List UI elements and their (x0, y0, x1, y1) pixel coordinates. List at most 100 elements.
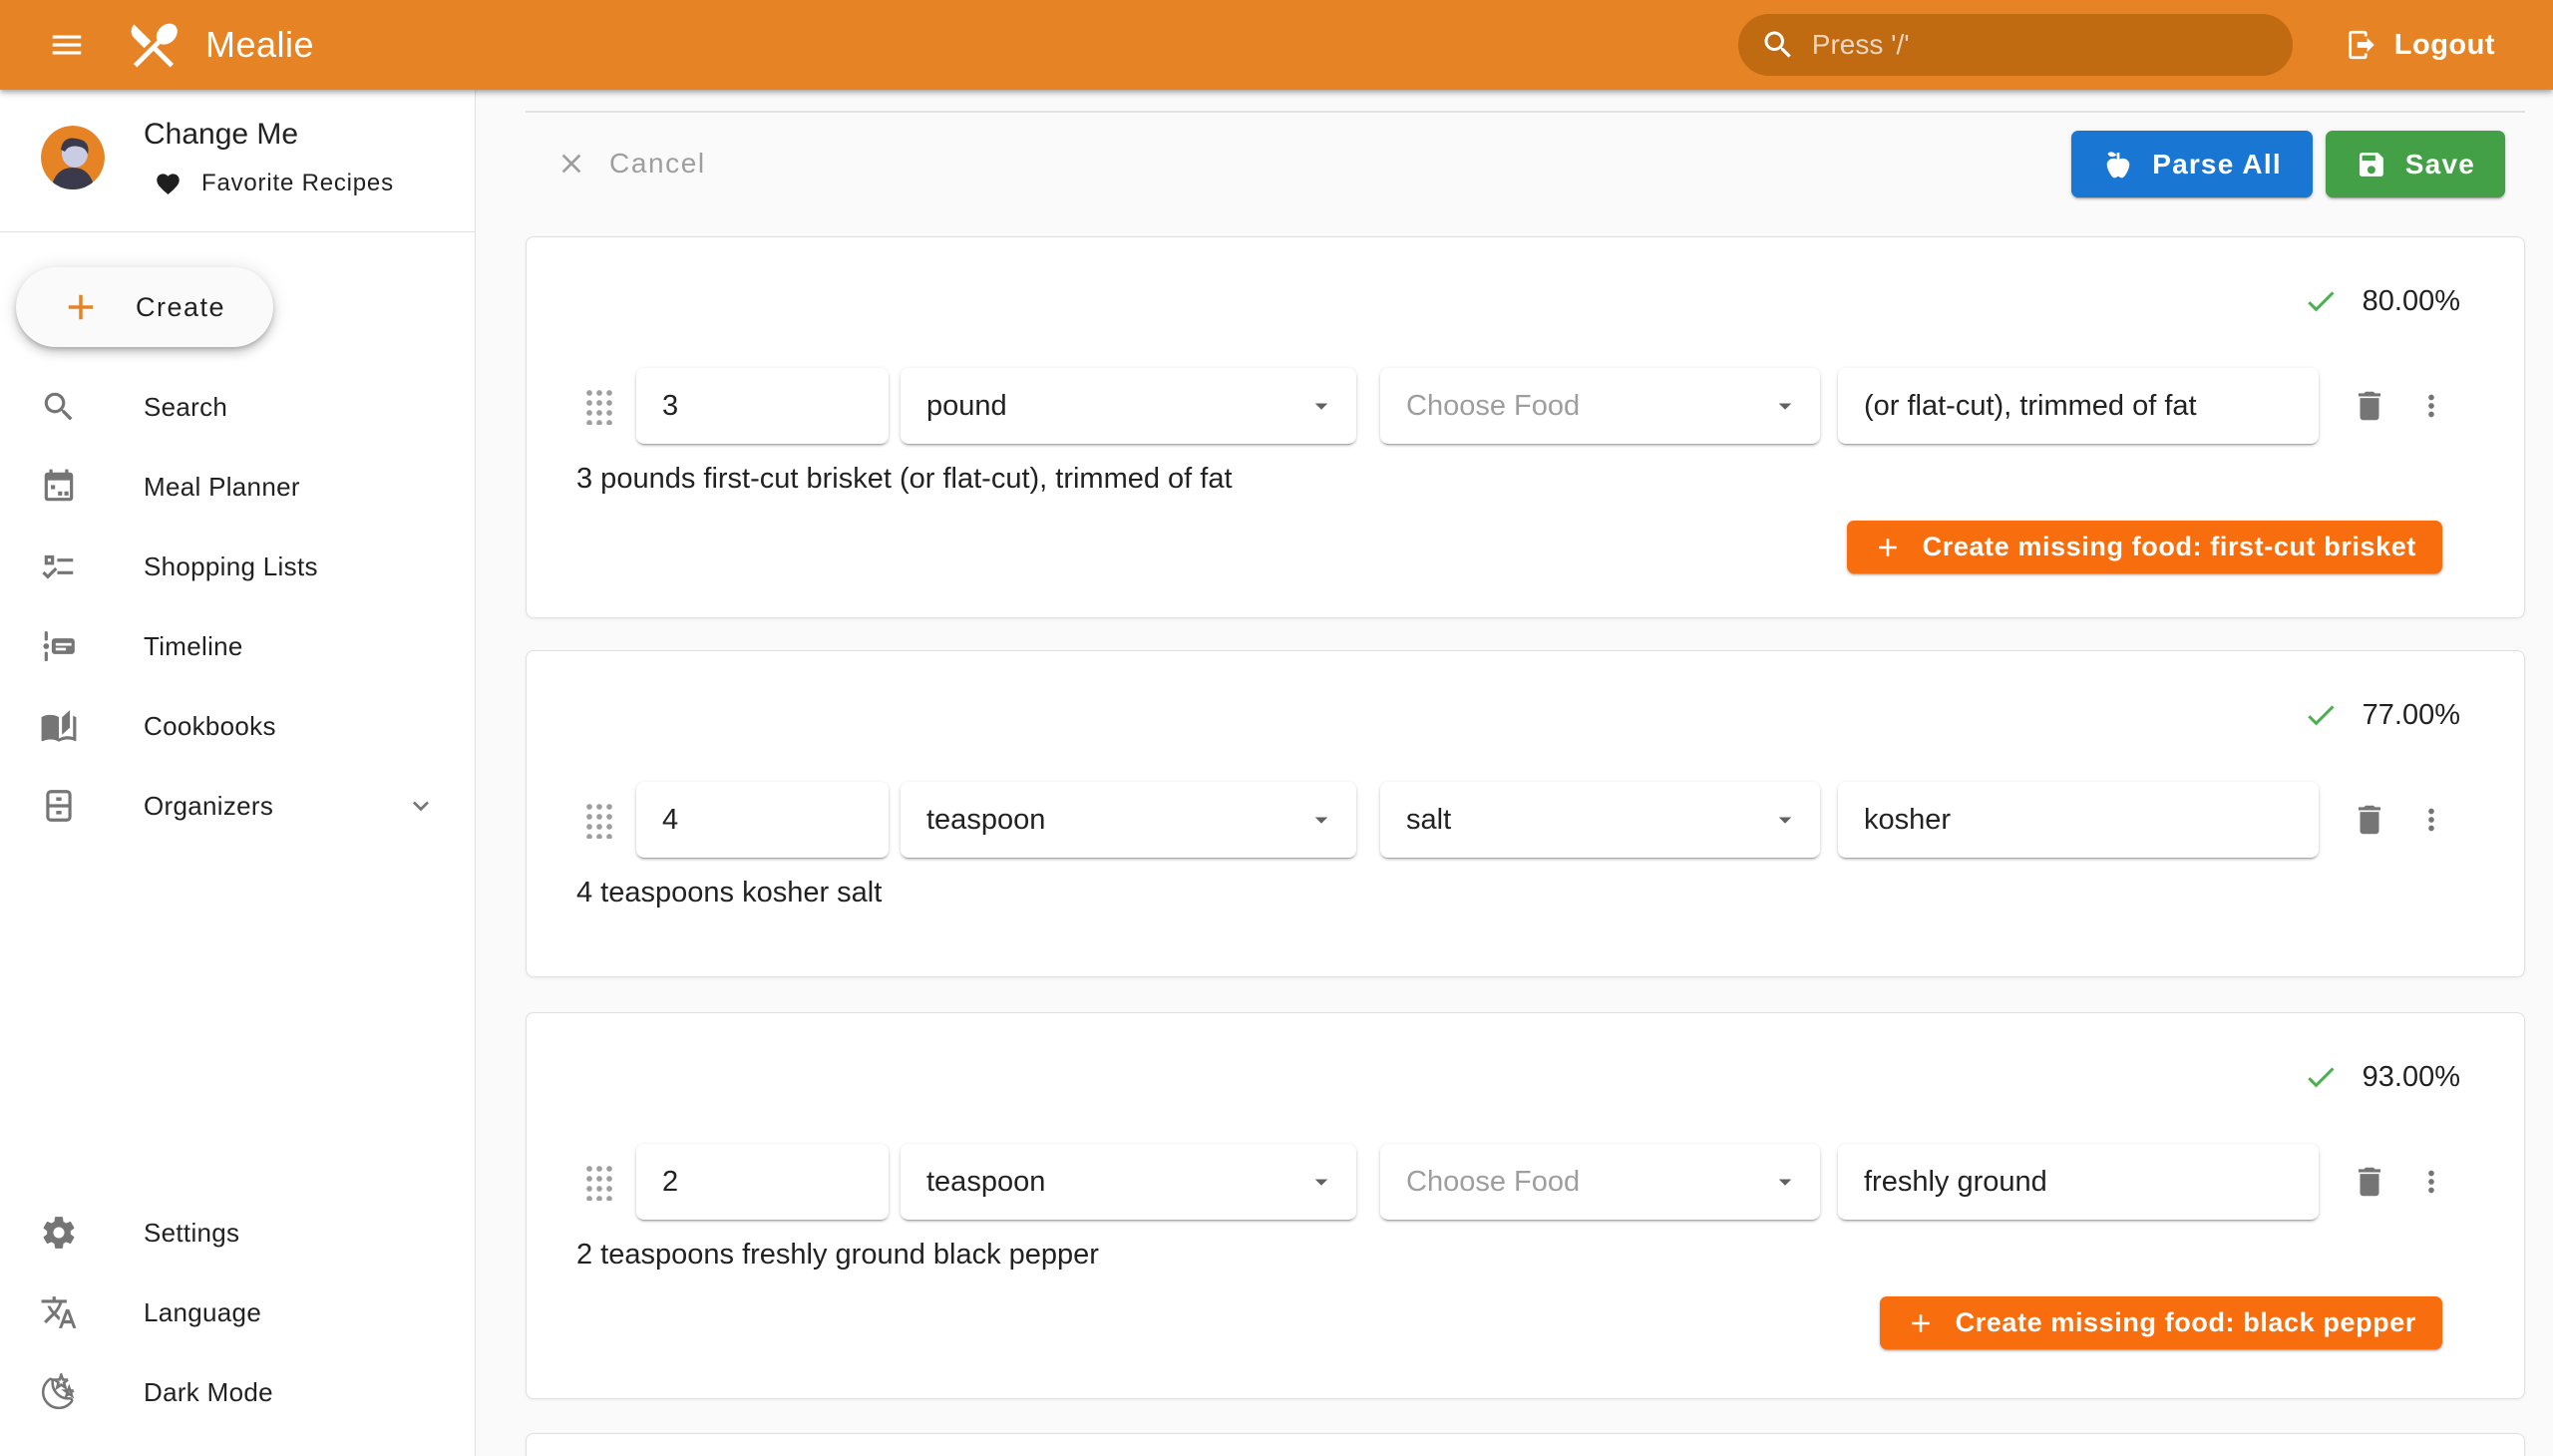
delete-button[interactable] (2345, 1157, 2394, 1207)
quantity-input[interactable] (636, 1144, 889, 1220)
plus-icon (1906, 1308, 1936, 1338)
ingredient-fields-row: pound Choose Food (584, 368, 2454, 444)
dots-vertical-icon (2414, 803, 2448, 837)
parse-all-button[interactable]: Parse All (2071, 131, 2313, 197)
sidebar-item-label: Settings (144, 1218, 239, 1249)
logout-button[interactable]: Logout (2345, 28, 2495, 62)
create-label: Create (136, 292, 225, 323)
app-header: Mealie Logout (0, 0, 2553, 90)
note-input[interactable] (1838, 1144, 2319, 1220)
check-icon (2303, 1059, 2339, 1095)
favorite-recipes-link[interactable]: Favorite Recipes (155, 170, 394, 197)
sidebar-divider (0, 231, 475, 232)
plus-icon (1873, 533, 1903, 562)
sidebar-nav: Search Meal Planner Shopping Lists Timel… (0, 367, 475, 846)
sidebar-item-timeline[interactable]: Timeline (0, 606, 475, 686)
delete-button[interactable] (2345, 795, 2394, 845)
parse-all-label: Parse All (2152, 149, 2282, 181)
create-button[interactable]: Create (16, 267, 273, 347)
save-label: Save (2405, 149, 2475, 181)
confidence-value: 93.00% (2363, 1061, 2460, 1094)
unit-select[interactable]: teaspoon (901, 1144, 1356, 1220)
sidebar-item-label: Organizers (144, 791, 273, 822)
main-content: Cancel Parse All Save 80.00% pound (476, 90, 2553, 1456)
logout-icon (2345, 28, 2378, 62)
sidebar-item-settings[interactable]: Settings (0, 1193, 475, 1273)
sidebar-item-label: Cookbooks (144, 711, 276, 742)
ingredient-card: 80.00% pound Choose Food (526, 236, 2525, 618)
scrolled-card-edge (526, 111, 2525, 113)
book-open-icon (40, 707, 78, 745)
cancel-button[interactable]: Cancel (555, 130, 706, 197)
translate-icon (40, 1293, 78, 1331)
more-options-button[interactable] (2408, 797, 2454, 843)
sidebar-item-search[interactable]: Search (0, 367, 475, 447)
unit-select[interactable]: teaspoon (901, 782, 1356, 858)
menu-icon (48, 26, 86, 64)
sidebar-item-label: Language (144, 1297, 261, 1328)
gear-icon (40, 1214, 78, 1252)
menu-down-icon (1770, 1167, 1800, 1197)
sidebar-item-label: Timeline (144, 631, 243, 662)
more-options-button[interactable] (2408, 1159, 2454, 1205)
create-missing-food-button[interactable]: Create missing food: first-cut brisket (1847, 521, 2442, 573)
create-missing-food-label: Create missing food: black pepper (1956, 1307, 2416, 1338)
timeline-icon (40, 627, 78, 665)
sidebar-item-label: Dark Mode (144, 1377, 273, 1408)
menu-down-icon (1306, 391, 1336, 421)
sidebar-item-meal-planner[interactable]: Meal Planner (0, 447, 475, 527)
menu-down-icon (1306, 805, 1336, 835)
ingredient-card: 77.00% teaspoon salt (526, 650, 2525, 977)
user-name: Change Me (144, 118, 298, 152)
quantity-input[interactable] (636, 782, 889, 858)
favorite-recipes-label: Favorite Recipes (201, 170, 394, 197)
create-missing-food-label: Create missing food: first-cut brisket (1923, 532, 2416, 562)
note-input[interactable] (1838, 782, 2319, 858)
ingredient-fields-row: teaspoon salt (584, 782, 2454, 858)
more-options-button[interactable] (2408, 383, 2454, 429)
unit-select[interactable]: pound (901, 368, 1356, 444)
sidebar-item-label: Search (144, 392, 227, 423)
dots-vertical-icon (2414, 389, 2448, 423)
sidebar-item-cookbooks[interactable]: Cookbooks (0, 686, 475, 766)
sidebar-item-organizers[interactable]: Organizers (0, 766, 475, 846)
ingredient-fields-row: teaspoon Choose Food (584, 1144, 2454, 1220)
moon-icon (40, 1373, 78, 1411)
file-cabinet-icon (40, 787, 78, 825)
check-icon (2303, 283, 2339, 319)
note-input[interactable] (1838, 368, 2319, 444)
sidebar-item-shopping-lists[interactable]: Shopping Lists (0, 527, 475, 606)
cancel-label: Cancel (609, 148, 706, 180)
original-text: 4 teaspoons kosher salt (576, 877, 882, 910)
original-text: 3 pounds first-cut brisket (or flat-cut)… (576, 463, 1233, 496)
food-select[interactable]: salt (1380, 782, 1820, 858)
check-icon (2303, 697, 2339, 733)
menu-down-icon (1770, 805, 1800, 835)
original-text: 2 teaspoons freshly ground black pepper (576, 1239, 1099, 1272)
chevron-down-icon (405, 790, 437, 822)
drag-handle[interactable] (584, 387, 612, 425)
sidebar-item-language[interactable]: Language (0, 1273, 475, 1352)
sidebar-item-dark-mode[interactable]: Dark Mode (0, 1352, 475, 1432)
menu-down-icon (1770, 391, 1800, 421)
food-select[interactable]: Choose Food (1380, 368, 1820, 444)
user-section: Change Me Favorite Recipes (0, 90, 475, 231)
logout-label: Logout (2394, 29, 2495, 62)
mealie-app: Mealie Logout Change Me Favorite Recipes… (0, 0, 2553, 1456)
save-button[interactable]: Save (2326, 131, 2505, 197)
search-input[interactable] (1812, 29, 2271, 61)
sidebar: Change Me Favorite Recipes Create Search… (0, 90, 476, 1456)
confidence-badge: 77.00% (2303, 697, 2460, 733)
drag-handle[interactable] (584, 801, 612, 839)
trash-icon (2351, 1163, 2388, 1201)
confidence-badge: 80.00% (2303, 283, 2460, 319)
food-select[interactable]: Choose Food (1380, 1144, 1820, 1220)
quantity-input[interactable] (636, 368, 889, 444)
global-search[interactable] (1738, 14, 2293, 76)
delete-button[interactable] (2345, 381, 2394, 431)
create-missing-food-button[interactable]: Create missing food: black pepper (1880, 1296, 2442, 1349)
avatar[interactable] (41, 126, 105, 189)
drag-handle[interactable] (584, 1163, 612, 1201)
trash-icon (2351, 387, 2388, 425)
menu-button[interactable] (38, 16, 96, 74)
